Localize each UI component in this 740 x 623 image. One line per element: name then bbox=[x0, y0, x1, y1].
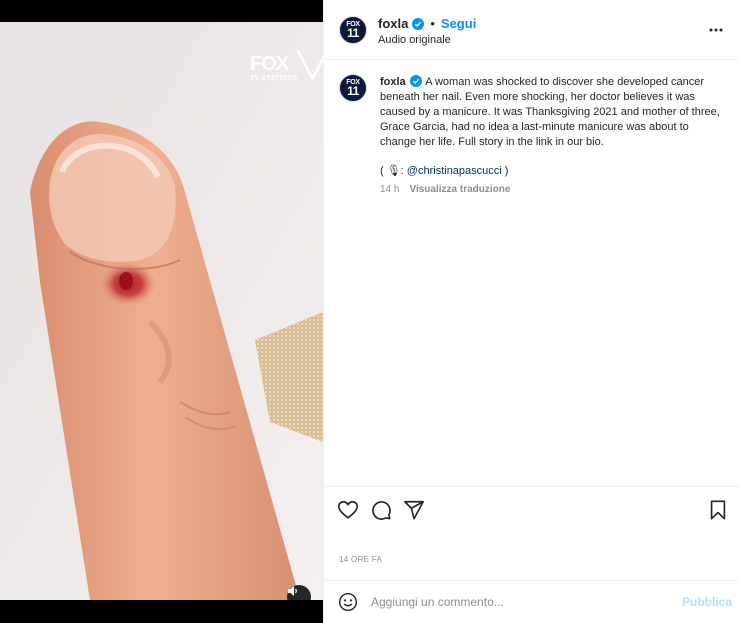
mention-link[interactable]: @christinapascucci bbox=[407, 165, 502, 177]
post-media[interactable]: FOX TV STATIONS ╲╱ bbox=[0, 0, 323, 623]
media-top-letterbox bbox=[0, 0, 323, 22]
caption-body: A woman was shocked to discover she deve… bbox=[380, 76, 720, 148]
more-options-icon[interactable] bbox=[708, 22, 724, 38]
avatar[interactable]: FOX 11 bbox=[339, 16, 367, 44]
avatar[interactable]: FOX 11 bbox=[339, 74, 367, 102]
fox-tv-stations-watermark: FOX TV STATIONS ╲╱ bbox=[250, 52, 323, 83]
post-video[interactable]: FOX TV STATIONS ╲╱ bbox=[0, 22, 323, 600]
emoji-icon[interactable] bbox=[338, 592, 358, 612]
original-audio-link[interactable]: Audio originale bbox=[378, 34, 451, 46]
publish-button[interactable]: Pubblica bbox=[682, 595, 732, 609]
follow-button[interactable]: Segui bbox=[441, 16, 476, 31]
caption-credit: ( 🎙: @christinapascucci ) bbox=[380, 165, 509, 177]
bookmark-icon[interactable] bbox=[707, 499, 729, 521]
comment-bar: Pubblica bbox=[324, 580, 740, 623]
action-bar bbox=[324, 486, 740, 534]
caption-area: FOX 11 foxla A woman was shocked to disc… bbox=[324, 60, 740, 485]
caption-username-link[interactable]: foxla bbox=[380, 76, 406, 88]
post-date[interactable]: 14 ORE FA bbox=[339, 555, 382, 564]
post-header: FOX 11 foxla • Segui Audio originale bbox=[324, 0, 740, 60]
caption-timestamp[interactable]: 14 h bbox=[380, 184, 399, 195]
separator-dot: • bbox=[430, 16, 435, 31]
verified-badge-icon bbox=[409, 75, 422, 87]
comment-input[interactable] bbox=[371, 592, 671, 612]
finger-photo bbox=[0, 22, 323, 600]
heart-icon[interactable] bbox=[337, 499, 359, 521]
media-bottom-letterbox bbox=[0, 600, 323, 623]
caption-meta: 14 h Visualizza traduzione bbox=[380, 184, 510, 195]
username-link[interactable]: foxla bbox=[378, 16, 408, 31]
comment-icon[interactable] bbox=[370, 499, 392, 521]
share-icon[interactable] bbox=[403, 499, 425, 521]
post-details-panel: FOX 11 foxla • Segui Audio originale FOX… bbox=[323, 0, 740, 623]
translate-button[interactable]: Visualizza traduzione bbox=[409, 184, 510, 195]
caption-text: foxla A woman was shocked to discover sh… bbox=[380, 75, 720, 150]
verified-badge-icon bbox=[412, 17, 425, 30]
